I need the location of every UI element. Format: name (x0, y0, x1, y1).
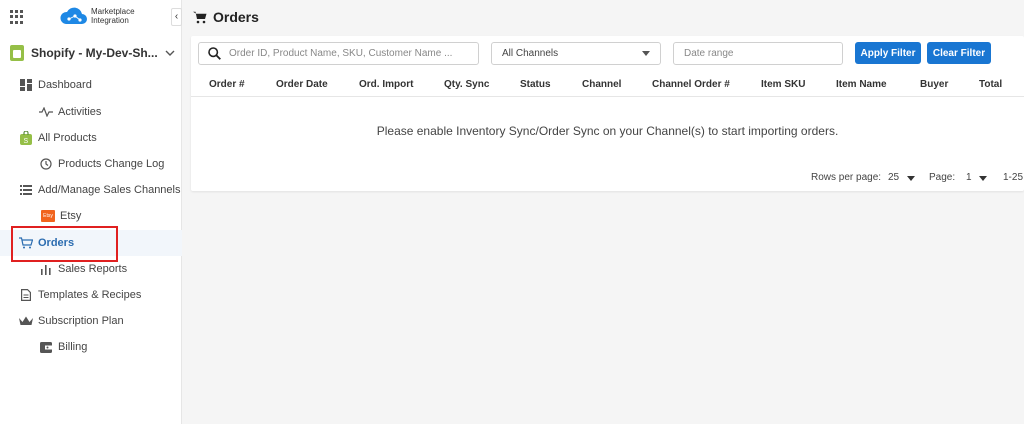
sidebar-item-all-products[interactable]: S All Products (0, 125, 182, 151)
page-value[interactable]: 1 (966, 172, 972, 183)
rows-per-page-dropdown-icon[interactable] (907, 176, 915, 181)
pagination: Rows per page: 25 Page: 1 1-25 (191, 168, 1024, 186)
search-icon (208, 47, 221, 60)
document-icon (16, 289, 36, 301)
sidebar-item-label: All Products (38, 132, 97, 144)
sidebar-item-orders[interactable]: Orders (0, 230, 182, 256)
list-icon (16, 185, 36, 195)
orders-card: All Channels Apply Filter Clear Filter O… (191, 36, 1024, 191)
caret-down-icon (642, 51, 650, 56)
column-header[interactable]: Order # (209, 79, 245, 90)
sidebar-item-label: Activities (58, 106, 102, 118)
column-header[interactable]: Channel Order # (652, 79, 730, 90)
sidebar-item-label: Orders (38, 237, 75, 249)
table-header: Order # Order Date Ord. Import Qty. Sync… (191, 72, 1024, 97)
column-header[interactable]: Qty. Sync (444, 79, 489, 90)
cart-icon (193, 11, 207, 23)
channel-select-value: All Channels (502, 48, 559, 59)
column-header[interactable]: Item Name (836, 79, 887, 90)
sidebar-header: Marketplace Integration ‹ (0, 0, 182, 36)
apps-grid-icon[interactable] (10, 10, 24, 24)
apply-filter-button[interactable]: Apply Filter (855, 42, 921, 64)
main-content: Orders All Channels Apply Filter Clear F… (183, 0, 1024, 424)
rows-per-page-value[interactable]: 25 (888, 172, 899, 183)
page-range-text: 1-25 (1003, 172, 1024, 183)
brand-line-2: Integration (91, 16, 129, 25)
store-selector[interactable]: Shopify - My-Dev-Sh... (10, 42, 175, 64)
sidebar-item-label: Dashboard (38, 79, 92, 91)
sidebar-item-activities[interactable]: Activities (0, 99, 182, 125)
page-label: Page: (929, 172, 956, 183)
filter-bar: All Channels Apply Filter Clear Filter (191, 36, 1024, 72)
date-range-field[interactable] (673, 42, 843, 65)
sidebar-item-subscription-plan[interactable]: Subscription Plan (0, 308, 182, 334)
bar-chart-icon (36, 264, 56, 275)
wallet-icon (36, 341, 56, 353)
column-header[interactable]: Buyer (920, 79, 948, 90)
chevron-down-icon (165, 50, 175, 56)
cart-icon (16, 237, 36, 249)
sidebar-item-products-change-log[interactable]: Products Change Log (0, 151, 182, 177)
search-field[interactable] (198, 42, 479, 65)
sidebar-item-label: Billing (58, 341, 88, 353)
shopify-bag-icon: S (16, 131, 36, 145)
clear-filter-button[interactable]: Clear Filter (927, 42, 991, 64)
page-dropdown-icon[interactable] (979, 176, 987, 181)
page-header: Orders (183, 0, 1024, 34)
column-header[interactable]: Item SKU (761, 79, 805, 90)
column-header[interactable]: Status (520, 79, 551, 90)
sidebar-item-label: Subscription Plan (38, 315, 124, 327)
shopify-store-icon (10, 45, 24, 61)
svg-text:S: S (24, 138, 29, 145)
collapse-sidebar-button[interactable]: ‹ (171, 8, 182, 26)
empty-state-message: Please enable Inventory Sync/Order Sync … (376, 124, 839, 138)
column-header[interactable]: Ord. Import (359, 79, 413, 90)
search-input[interactable] (229, 48, 469, 59)
sidebar-item-billing[interactable]: Billing (0, 334, 182, 360)
brand-line-1: Marketplace (91, 7, 135, 16)
column-header[interactable]: Channel (582, 79, 621, 90)
sidebar-item-sales-channels[interactable]: Add/Manage Sales Channels (0, 177, 182, 203)
activity-icon (36, 107, 56, 117)
sidebar-item-label: Etsy (60, 210, 82, 222)
store-name: Shopify - My-Dev-Sh... (31, 46, 158, 60)
cloud-logo-icon (60, 7, 87, 24)
etsy-badge: Etsy (41, 210, 55, 222)
sidebar-item-sales-reports[interactable]: Sales Reports (0, 256, 182, 282)
sidebar: Marketplace Integration ‹ Shopify - My-D… (0, 0, 182, 424)
sidebar-item-label: Sales Reports (58, 263, 128, 275)
brand-name: Marketplace Integration (91, 7, 135, 25)
date-range-input[interactable] (684, 48, 832, 59)
rows-per-page-label: Rows per page: (811, 172, 882, 183)
channel-select[interactable]: All Channels (491, 42, 661, 65)
sidebar-item-etsy[interactable]: Etsy Etsy (0, 203, 182, 229)
dashboard-icon (16, 79, 36, 91)
sidebar-item-dashboard[interactable]: Dashboard (0, 72, 182, 98)
sidebar-item-label: Add/Manage Sales Channels (38, 184, 181, 196)
column-header[interactable]: Order Date (276, 79, 328, 90)
etsy-icon: Etsy (38, 210, 58, 222)
sidebar-item-templates[interactable]: Templates & Recipes (0, 282, 182, 308)
history-icon (36, 158, 56, 170)
sidebar-item-label: Templates & Recipes (38, 289, 142, 301)
sidebar-item-label: Products Change Log (58, 158, 165, 170)
column-header[interactable]: Total (979, 79, 1002, 90)
page-title: Orders (213, 9, 259, 25)
crown-icon (16, 316, 36, 326)
